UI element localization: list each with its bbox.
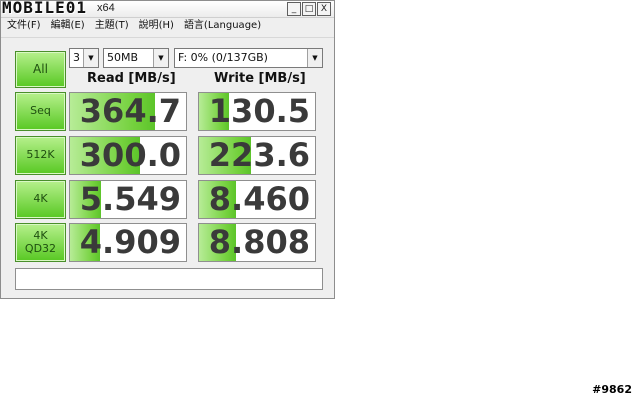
seq-label: Seq — [30, 104, 51, 118]
512k-read-cell: 300.0 — [69, 136, 187, 175]
menu-file[interactable]: 文件(F) — [7, 18, 41, 34]
chevron-down-icon: ▼ — [307, 49, 322, 67]
maximize-button[interactable]: □ — [302, 2, 316, 16]
seq-read-value: 364.7 — [79, 92, 181, 130]
512k-write-value: 223.6 — [208, 136, 310, 174]
4k-button[interactable]: 4K — [15, 180, 66, 219]
drive-select[interactable]: F: 0% (0/137GB) ▼ — [174, 48, 323, 68]
4k-qd32-read-value: 4.909 — [79, 223, 181, 261]
4k-qd32-button[interactable]: 4K QD32 — [15, 223, 66, 262]
menu-edit[interactable]: 編輯(E) — [51, 18, 85, 34]
chevron-down-icon: ▼ — [83, 49, 98, 67]
close-button[interactable]: X — [317, 2, 331, 16]
watermark-text: #9862 — [592, 383, 632, 396]
test-count-value: 3 — [73, 51, 80, 64]
4k-write-value: 8.460 — [208, 180, 310, 218]
test-size-select[interactable]: 50MB ▼ — [103, 48, 169, 68]
seq-button[interactable]: Seq — [15, 92, 66, 131]
all-button[interactable]: All — [15, 51, 66, 88]
minimize-button[interactable]: _ — [287, 2, 301, 16]
4k-qd32-write-value: 8.808 — [208, 223, 310, 261]
4k-read-value: 5.549 — [79, 180, 181, 218]
window-controls: _ □ X — [287, 2, 331, 16]
512k-write-cell: 223.6 — [198, 136, 316, 175]
test-count-select[interactable]: 3 ▼ — [69, 48, 99, 68]
chevron-down-icon: ▼ — [153, 49, 168, 67]
title-bar[interactable]: MOBILE01 x64 _ □ X — [1, 0, 334, 18]
menu-divider — [1, 37, 334, 38]
4k-qd32-read-cell: 4.909 — [69, 223, 187, 262]
menu-theme[interactable]: 主題(T) — [95, 18, 129, 34]
window-title: x64 — [97, 2, 115, 14]
512k-button[interactable]: 512K — [15, 136, 66, 175]
menu-language[interactable]: 語言(Language) — [184, 18, 261, 34]
seq-write-value: 130.5 — [208, 92, 310, 130]
4k-qd32-label: 4K — [33, 228, 48, 242]
seq-read-cell: 364.7 — [69, 92, 187, 131]
write-column-header: Write [MB/s] — [214, 71, 306, 86]
drive-value: F: 0% (0/137GB) — [178, 51, 268, 64]
512k-label: 512K — [26, 148, 55, 162]
menu-help[interactable]: 說明(H) — [139, 18, 174, 34]
512k-read-value: 300.0 — [79, 136, 181, 174]
mobile01-logo: MOBILE01 — [2, 0, 88, 17]
test-size-value: 50MB — [107, 51, 139, 64]
4k-qd32-write-cell: 8.808 — [198, 223, 316, 262]
app-window: MOBILE01 x64 _ □ X 文件(F) 編輯(E) 主題(T) 說明(… — [0, 0, 335, 299]
4k-write-cell: 8.460 — [198, 180, 316, 219]
4k-qd32-label-qd: QD32 — [24, 241, 57, 255]
comment-field[interactable] — [15, 268, 323, 290]
4k-read-cell: 5.549 — [69, 180, 187, 219]
4k-label: 4K — [33, 192, 48, 206]
menu-bar: 文件(F) 編輯(E) 主題(T) 說明(H) 語言(Language) — [1, 18, 334, 34]
read-column-header: Read [MB/s] — [87, 71, 176, 86]
seq-write-cell: 130.5 — [198, 92, 316, 131]
